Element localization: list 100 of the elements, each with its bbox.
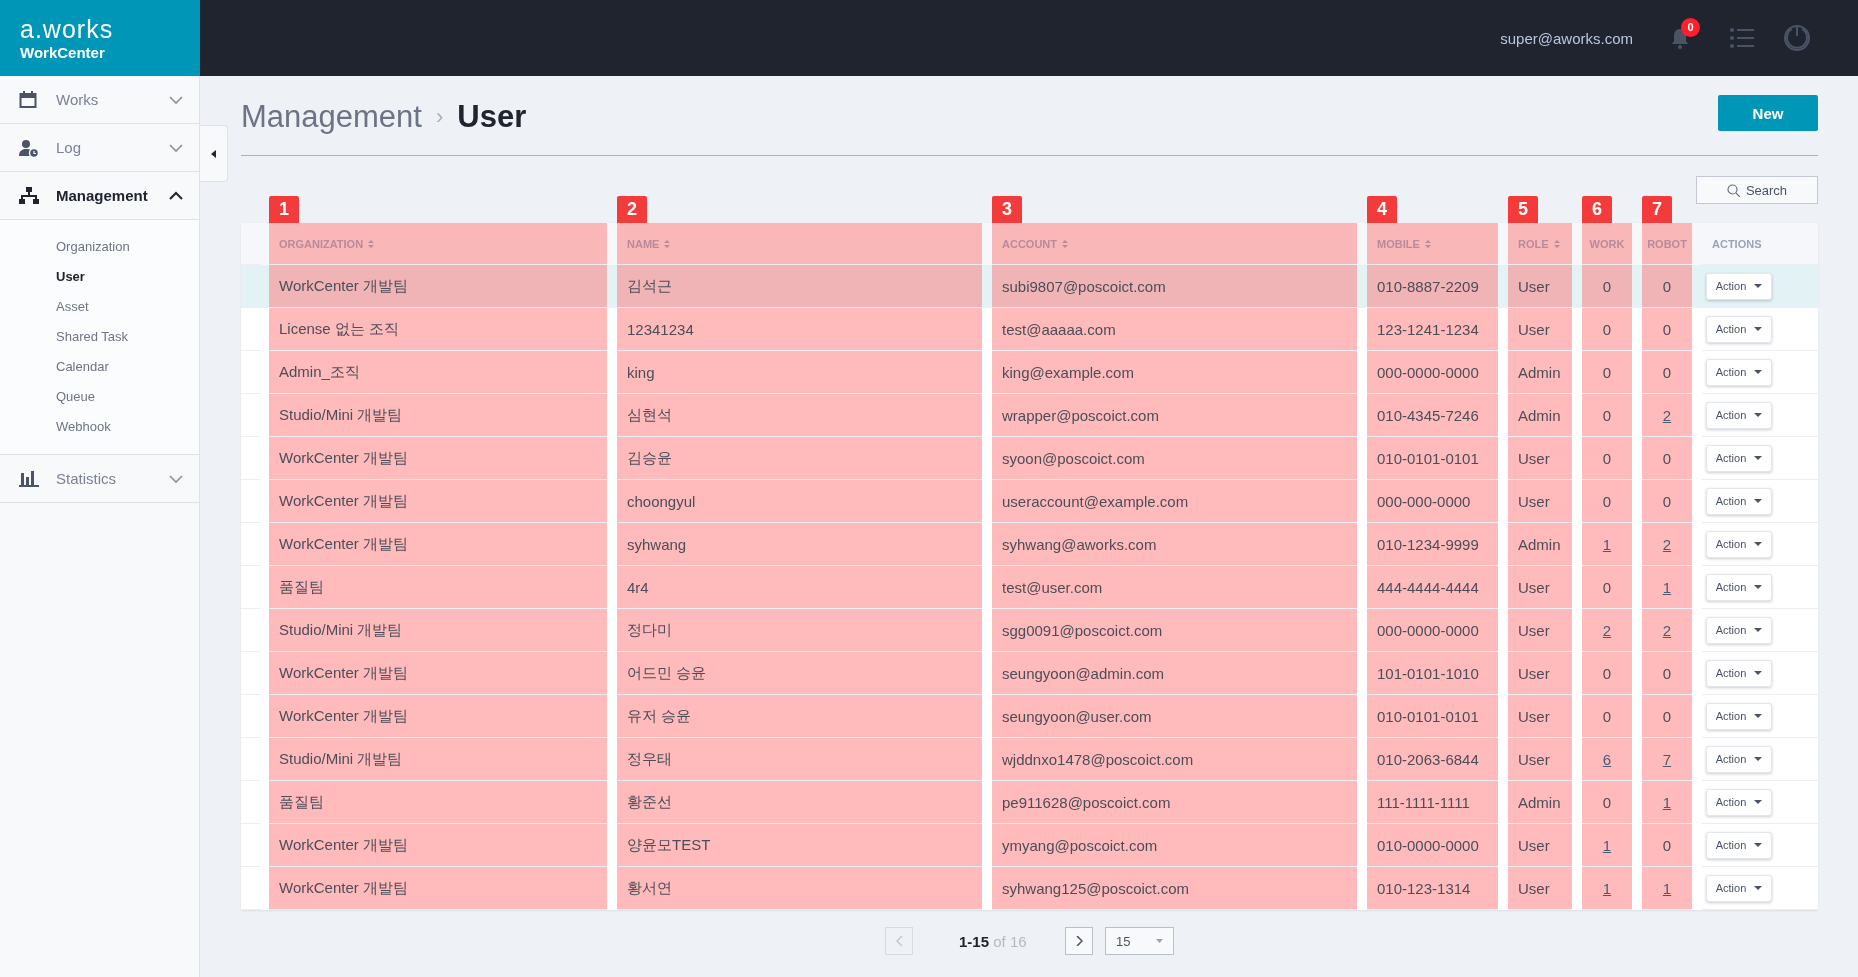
count-link[interactable]: 2 [1662, 406, 1672, 424]
page-title: User [457, 99, 527, 135]
table-cell: WorkCenter 개발팀 [269, 523, 607, 566]
sort-icon [368, 239, 375, 248]
table-row[interactable]: Studio/Mini 개발팀 정다미 sgg0091@poscoict.com 000-0000-0000 User 2 2 Action [241, 609, 1818, 652]
nav-subitem[interactable]: Organization [0, 232, 130, 262]
power-button[interactable] [1784, 24, 1810, 52]
nav-subitem[interactable]: Queue [0, 382, 96, 412]
table-cell: 010-4345-7246 [1367, 394, 1498, 437]
table-cell: User [1508, 652, 1572, 695]
count-link[interactable]: 2 [1662, 535, 1672, 553]
table-row[interactable]: License 없는 조직 12341234 test@aaaaa.com 123-1241-1234 User 0 0 Action [241, 308, 1818, 351]
product-name: WorkCenter [20, 43, 105, 61]
action-dropdown[interactable]: Action [1706, 788, 1772, 816]
org-chart-icon [19, 186, 39, 205]
next-page-button[interactable] [1065, 927, 1093, 955]
table-row[interactable]: WorkCenter 개발팀 유저 승윤 seungyoon@user.com 010-0101-0101 User 0 0 Action [241, 695, 1818, 738]
power-icon [1784, 24, 1810, 52]
nav-subitem[interactable]: User [0, 262, 85, 292]
nav-subitem[interactable]: Calendar [0, 352, 109, 382]
breadcrumb-parent: Management [241, 99, 422, 135]
chevron-left-icon [895, 936, 903, 946]
table-row[interactable]: Admin_조직 king king@example.com 000-0000-0000 Admin 0 0 Action [241, 351, 1818, 394]
table-cell: User [1508, 265, 1572, 308]
count-link[interactable]: 1 [1662, 879, 1672, 897]
action-dropdown[interactable]: Action [1706, 745, 1772, 773]
action-dropdown[interactable]: Action [1706, 659, 1772, 687]
table-row[interactable]: WorkCenter 개발팀 syhwang syhwang@aworks.com 010-1234-9999 Admin 1 2 Action [241, 523, 1818, 566]
count-link[interactable]: 1 [1662, 578, 1672, 596]
count-link[interactable]: 1 [1602, 535, 1612, 553]
table-row[interactable]: WorkCenter 개발팀 김석근 subi9807@poscoict.com 010-8887-2209 User 0 0 Action [241, 265, 1818, 308]
count-value: 0 [1602, 449, 1612, 467]
count-link[interactable]: 6 [1602, 750, 1612, 768]
sidebar-collapse-button[interactable] [200, 125, 228, 182]
chevron-down-icon [169, 142, 183, 153]
table-row[interactable]: WorkCenter 개발팀 김승윤 syoon@poscoict.com 010-0101-0101 User 0 0 Action [241, 437, 1818, 480]
table-cell: User [1508, 695, 1572, 738]
count-value: 0 [1602, 707, 1612, 725]
count-value: 0 [1602, 664, 1612, 682]
action-dropdown[interactable]: Action [1706, 272, 1772, 300]
action-dropdown[interactable]: Action [1706, 874, 1772, 902]
breadcrumb-separator: › [435, 104, 444, 130]
notifications-button[interactable]: 0 [1669, 17, 1700, 50]
table-cell: seungyoon@user.com [992, 695, 1357, 738]
action-dropdown[interactable]: Action [1706, 487, 1772, 515]
column-label: ACTIONS [1712, 237, 1762, 250]
table-cell: User [1508, 480, 1572, 523]
action-dropdown[interactable]: Action [1706, 444, 1772, 472]
nav-subitem[interactable]: Shared Task [0, 322, 129, 352]
table-row[interactable]: 품질팀 황준선 pe911628@poscoict.com 111-1111-1111 Admin 0 1 Action [241, 781, 1818, 824]
nav-subitem[interactable]: Webhook [0, 412, 111, 442]
action-dropdown[interactable]: Action [1706, 315, 1772, 343]
table-cell: 111-1111-1111 [1367, 781, 1498, 824]
table-cell: pe911628@poscoict.com [992, 781, 1357, 824]
action-dropdown[interactable]: Action [1706, 616, 1772, 644]
search-button[interactable]: Search [1696, 176, 1818, 204]
count-link[interactable]: 1 [1602, 879, 1612, 897]
count-link[interactable]: 2 [1602, 621, 1612, 639]
count-link[interactable]: 7 [1662, 750, 1672, 768]
table-row[interactable]: WorkCenter 개발팀 황서연 syhwang125@poscoict.com 010-123-1314 User 1 1 Action [241, 867, 1818, 910]
chevron-up-icon [169, 190, 183, 201]
caret-down-icon [1754, 800, 1763, 804]
table-row[interactable]: Studio/Mini 개발팀 심현석 wrapper@poscoict.com 010-4345-7246 Admin 0 2 Action [241, 394, 1818, 437]
table-cell: Admin [1508, 394, 1572, 437]
table-cell: 010-123-1314 [1367, 867, 1498, 910]
column-marker: 3 [992, 196, 1022, 223]
count-link[interactable]: 2 [1662, 621, 1672, 639]
calendar-icon [19, 90, 39, 109]
action-dropdown[interactable]: Action [1706, 573, 1772, 601]
table-row[interactable]: WorkCenter 개발팀 어드민 승윤 seungyoon@admin.com 101-0101-1010 User 0 0 Action [241, 652, 1818, 695]
table-row[interactable]: WorkCenter 개발팀 choongyul useraccount@example.com 000-000-0000 User 0 0 Action [241, 480, 1818, 523]
table-row[interactable]: WorkCenter 개발팀 양윤모TEST ymyang@poscoict.com 010-0000-0000 User 1 0 Action [241, 824, 1818, 867]
action-dropdown[interactable]: Action [1706, 401, 1772, 429]
action-dropdown[interactable]: Action [1706, 702, 1772, 730]
list-icon [1730, 27, 1754, 49]
count-link[interactable]: 1 [1662, 793, 1672, 811]
table-cell: User [1508, 609, 1572, 652]
action-dropdown[interactable]: Action [1706, 358, 1772, 386]
page-size-select[interactable]: 15 [1105, 927, 1174, 955]
table-cell: License 없는 조직 [269, 308, 607, 351]
table-cell: WorkCenter 개발팀 [269, 265, 607, 308]
table-cell: seungyoon@admin.com [992, 652, 1357, 695]
nav-subitem[interactable]: Asset [0, 292, 89, 322]
table-cell: 4r4 [617, 566, 982, 609]
table-cell: Studio/Mini 개발팀 [269, 394, 607, 437]
menu-button[interactable] [1730, 27, 1754, 49]
action-dropdown[interactable]: Action [1706, 831, 1772, 859]
count-value: 0 [1602, 363, 1612, 381]
table-cell: User [1508, 867, 1572, 910]
table-row[interactable]: Studio/Mini 개발팀 정우태 wjddnxo1478@poscoict.com 010-2063-6844 User 6 7 Action [241, 738, 1818, 781]
table-cell: wjddnxo1478@poscoict.com [992, 738, 1357, 781]
table-cell: ymyang@poscoict.com [992, 824, 1357, 867]
table-cell: WorkCenter 개발팀 [269, 867, 607, 910]
table-row[interactable]: 품질팀 4r4 test@user.com 444-4444-4444 User 0 1 Action [241, 566, 1818, 609]
sort-icon [1062, 239, 1068, 248]
table-cell: 000-0000-0000 [1367, 351, 1498, 394]
action-dropdown[interactable]: Action [1706, 530, 1772, 558]
caret-down-icon [1754, 886, 1763, 890]
count-value: 0 [1662, 664, 1672, 682]
count-link[interactable]: 1 [1602, 836, 1612, 854]
